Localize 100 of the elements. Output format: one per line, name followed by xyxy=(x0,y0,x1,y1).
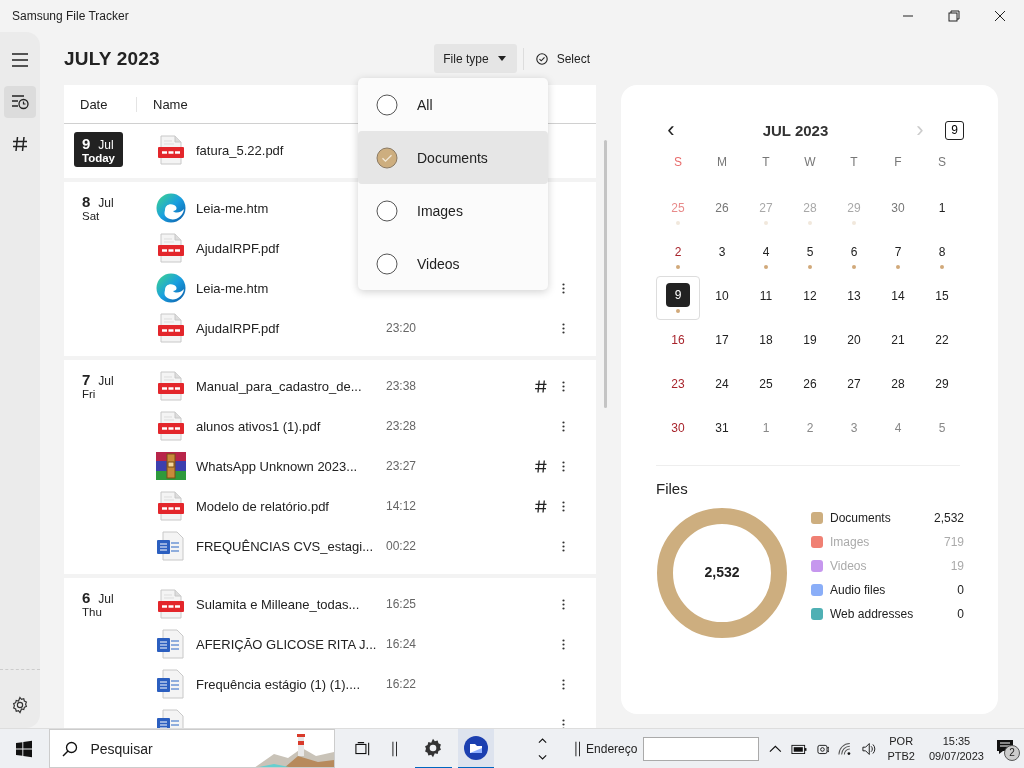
file-name[interactable]: Sulamita e Milleane_todas... xyxy=(196,596,386,612)
calendar-day[interactable]: 30 xyxy=(656,419,700,463)
more-options-icon[interactable] xyxy=(561,540,565,552)
calendar-day[interactable]: 31 xyxy=(700,419,744,463)
file-name[interactable]: alunos ativos1 (1).pdf xyxy=(196,418,386,434)
file-time: 23:27 xyxy=(386,459,418,473)
calendar-day[interactable]: 15 xyxy=(920,287,964,331)
legend-count: 19 xyxy=(950,559,964,573)
calendar-day[interactable]: 18 xyxy=(744,331,788,375)
calendar-day[interactable]: 26 xyxy=(788,375,832,419)
hashtag-icon[interactable] xyxy=(535,499,547,513)
calendar-day[interactable]: 23 xyxy=(656,375,700,419)
legend-label: Videos xyxy=(830,559,868,573)
calendar-day[interactable]: 9 xyxy=(656,276,700,320)
battery-icon[interactable] xyxy=(791,742,808,755)
calendar-day[interactable]: 28 xyxy=(876,375,920,419)
calendar-day[interactable]: 19 xyxy=(788,331,832,375)
calendar-day[interactable]: 5 xyxy=(788,243,832,287)
hashtag-icon[interactable] xyxy=(535,379,547,393)
file-name[interactable]: WhatsApp Unknown 2023... xyxy=(196,458,386,474)
file-tracker-app-button[interactable] xyxy=(457,728,494,768)
today-button[interactable]: 9 xyxy=(945,120,964,140)
calendar-day[interactable]: 16 xyxy=(656,331,700,375)
calendar-day[interactable]: 3 xyxy=(832,419,876,463)
calendar-day[interactable]: 3 xyxy=(700,243,744,287)
more-options-icon[interactable] xyxy=(561,718,565,728)
calendar-day[interactable]: 5 xyxy=(920,419,964,463)
calendar-day[interactable]: 1 xyxy=(744,419,788,463)
date-label: 6 Jul Thu xyxy=(81,588,115,620)
calendar-day[interactable]: 17 xyxy=(700,331,744,375)
calendar-day[interactable]: 11 xyxy=(744,287,788,331)
more-options-icon[interactable] xyxy=(561,282,565,294)
file-type-dropdown[interactable]: File type xyxy=(434,44,517,73)
more-options-icon[interactable] xyxy=(561,460,565,472)
file-name[interactable]: FREQUÊNCIAS CVS_estagi... xyxy=(196,538,386,554)
file-name[interactable]: AjudaIRPF.pdf xyxy=(196,320,386,336)
select-button[interactable]: Select xyxy=(529,51,596,66)
previous-month-button[interactable]: ‹ xyxy=(656,117,686,143)
weekday-label: W xyxy=(803,155,817,171)
file-time: 00:22 xyxy=(386,539,418,553)
file-name[interactable]: Frequência estágio (1) (1).... xyxy=(196,676,386,692)
taskbar-search-field[interactable]: Pesquisar xyxy=(49,729,336,768)
file-time: 16:24 xyxy=(386,637,418,651)
calendar-day[interactable]: 13 xyxy=(832,287,876,331)
toolbar-grip-icon[interactable] xyxy=(391,740,398,757)
calendar-day[interactable]: 26 xyxy=(700,199,744,243)
close-icon[interactable] xyxy=(994,10,1006,22)
legend-count: 0 xyxy=(957,583,964,597)
history-button[interactable] xyxy=(4,86,36,118)
calendar-day[interactable]: 20 xyxy=(832,331,876,375)
menu-option[interactable]: Documents xyxy=(358,131,548,184)
calendar-day[interactable]: 8 xyxy=(920,243,964,287)
more-options-icon[interactable] xyxy=(561,420,565,432)
restore-icon[interactable] xyxy=(948,10,960,22)
calendar-day[interactable]: 24 xyxy=(700,375,744,419)
file-time: 23:38 xyxy=(386,379,418,393)
calendar-day[interactable]: 30 xyxy=(876,199,920,243)
calendar-day[interactable]: 6 xyxy=(832,243,876,287)
today-date-badge: 9 Jul Today xyxy=(74,132,123,167)
scroll-arrows-icon[interactable] xyxy=(537,735,547,762)
column-header[interactable]: Date xyxy=(64,96,137,112)
calendar-day[interactable]: 7 xyxy=(876,243,920,287)
more-options-icon[interactable] xyxy=(561,500,565,512)
browser-icon xyxy=(156,273,186,303)
speaker-icon[interactable] xyxy=(861,741,877,756)
date-label: 7 Jul Fri xyxy=(81,370,115,402)
calendar-day[interactable]: 12 xyxy=(788,287,832,331)
calendar-day[interactable]: 1 xyxy=(920,199,964,243)
calendar-day[interactable]: 2 xyxy=(788,419,832,463)
calendar-day[interactable]: 4 xyxy=(876,419,920,463)
wifi-icon[interactable] xyxy=(838,741,853,756)
calendar-day[interactable]: 27 xyxy=(832,375,876,419)
calendar-day[interactable]: 25 xyxy=(744,375,788,419)
calendar-day[interactable]: 10 xyxy=(700,287,744,331)
calendar-day[interactable]: 29 xyxy=(920,375,964,419)
calendar-day[interactable]: 14 xyxy=(876,287,920,331)
input-language-indicator[interactable]: POR PTB2 xyxy=(887,733,915,764)
windows-start-icon[interactable] xyxy=(16,739,33,758)
chevron-up-icon[interactable] xyxy=(769,744,783,753)
file-name[interactable]: Modelo de relatório.pdf xyxy=(196,498,386,514)
hashtag-icon[interactable] xyxy=(535,459,547,473)
file-name[interactable]: Manual_para_cadastro_de... xyxy=(196,378,386,394)
toolbar-grip-icon[interactable] xyxy=(574,740,581,757)
more-options-icon[interactable] xyxy=(561,598,565,610)
more-options-icon[interactable] xyxy=(561,638,565,650)
address-field[interactable] xyxy=(643,736,760,761)
calendar-day[interactable]: 4 xyxy=(744,243,788,287)
calendar-day[interactable]: 22 xyxy=(920,331,964,375)
clock[interactable]: 15:35 09/07/2023 xyxy=(928,733,984,764)
menu-option[interactable]: Videos xyxy=(358,237,548,290)
file-name[interactable]: AFERIÇÃO GLICOSE RITA J... xyxy=(196,636,386,652)
menu-option[interactable]: Images xyxy=(358,184,548,237)
scrollbar[interactable] xyxy=(604,140,607,408)
calendar-day[interactable]: 21 xyxy=(876,331,920,375)
more-options-icon[interactable] xyxy=(561,678,565,690)
task-view-icon[interactable] xyxy=(355,740,372,757)
settings-icon[interactable] xyxy=(11,696,29,714)
more-options-icon[interactable] xyxy=(561,322,565,334)
date-label: 8 Jul Sat xyxy=(81,192,115,224)
more-options-icon[interactable] xyxy=(561,380,565,392)
